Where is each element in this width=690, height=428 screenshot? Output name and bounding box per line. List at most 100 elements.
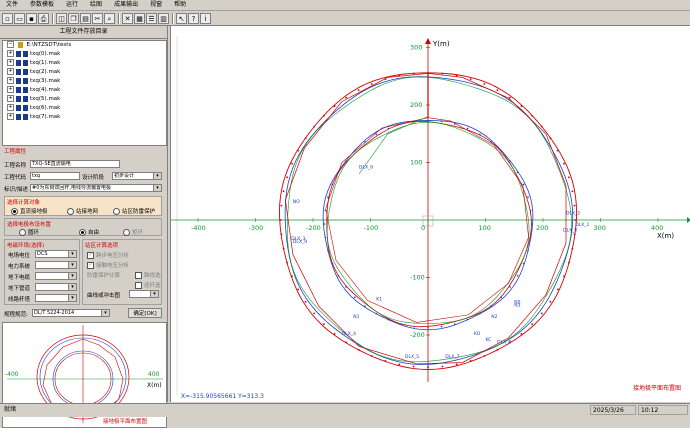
outer-ring-node <box>333 332 336 335</box>
tree-root[interactable]: − E:\NTZSDT\tests <box>3 41 166 50</box>
env-row-select[interactable]: ▾ <box>35 261 77 269</box>
layout-ring[interactable]: 圆环 <box>19 228 39 236</box>
expand-icon[interactable]: + <box>7 59 14 66</box>
preview-axis-label: X(m) <box>147 382 162 389</box>
station-opt-step[interactable]: ✓ 跨步电压分析 <box>87 251 129 259</box>
tree-file-item[interactable]: + txq(2).mak <box>3 68 166 77</box>
tree-file-item[interactable]: + txq(0).mak <box>3 50 166 59</box>
expand-icon[interactable]: + <box>7 77 14 84</box>
tree-file-item[interactable]: + txq(7).mak <box>3 113 166 122</box>
menu-item-6[interactable]: 帮助 <box>168 0 192 10</box>
checkbox-icon[interactable] <box>135 272 142 279</box>
inner-ring-node <box>400 323 402 325</box>
list-icon[interactable]: ☰ <box>146 12 157 24</box>
outer-ring-node <box>357 348 360 351</box>
radio-icon[interactable] <box>113 208 120 215</box>
menu-item-1[interactable]: 参数模板 <box>24 0 60 10</box>
chevron-down-icon[interactable]: ▾ <box>68 251 76 257</box>
menu-item-5[interactable]: 视窗 <box>144 0 168 10</box>
pointer-icon[interactable]: ↖ <box>176 12 187 24</box>
info-icon[interactable]: i <box>200 12 211 24</box>
paste-icon[interactable]: ▤ <box>80 12 91 24</box>
inner-ring-node <box>427 326 429 329</box>
chevron-down-icon[interactable]: ▾ <box>68 284 76 290</box>
drawing-canvas[interactable]: Y(m) X(m) -400 -300 -200 -100 0 100 200 300 400 3… <box>170 26 690 402</box>
obj-option-station[interactable]: 站接地网 <box>67 207 98 215</box>
inner-ring-node <box>375 312 377 315</box>
obj-option-lightning[interactable]: 站区防雷保护 <box>113 207 155 215</box>
chevron-down-icon[interactable]: ▾ <box>68 273 76 279</box>
std-select[interactable]: DL/T 5224-2014 ▾ <box>32 309 110 317</box>
station-opt-touch[interactable]: ✓ 接触电压分析 <box>87 261 129 269</box>
tree-file-item[interactable]: + txq(3).mak <box>3 77 166 86</box>
expand-icon[interactable]: + <box>7 86 14 93</box>
chart-icon[interactable]: ▥ <box>158 12 169 24</box>
chevron-down-icon[interactable]: ▾ <box>150 291 158 297</box>
preview-icon[interactable]: ◫ <box>56 12 67 24</box>
curve-select[interactable]: ▾ <box>129 290 159 298</box>
obj-option-dc[interactable]: 直流接地极 <box>11 207 48 215</box>
checkbox-icon[interactable]: ✓ <box>87 252 94 259</box>
station-side-1[interactable]: 跨线选 <box>135 271 161 279</box>
tree-file-item[interactable]: + txq(1).mak <box>3 59 166 68</box>
chevron-down-icon[interactable]: ▾ <box>153 185 161 191</box>
code-field[interactable]: txq <box>30 172 80 180</box>
expand-icon[interactable]: + <box>7 95 14 102</box>
env-row-select[interactable]: ▾ <box>35 283 77 291</box>
env-row-select[interactable]: DCS ▾ <box>35 250 77 258</box>
expand-icon[interactable]: + <box>7 104 14 111</box>
help-icon[interactable]: ? <box>188 12 199 24</box>
menu-item-0[interactable]: 文件 <box>0 0 24 10</box>
expand-icon[interactable]: + <box>7 113 14 120</box>
env-row-select[interactable]: ▾ <box>35 294 77 302</box>
outer-ring-node <box>286 261 288 264</box>
new-file-icon[interactable]: ▫ <box>2 12 13 24</box>
station-opt-lightning[interactable]: 防雷保护计算 <box>87 271 120 279</box>
tree-file-item[interactable]: + txq(4).mak <box>3 86 166 95</box>
find-icon[interactable]: ⌕ <box>104 12 115 24</box>
inner-ring-node <box>479 312 481 315</box>
tree-file-item[interactable]: + txq(5).mak <box>3 95 166 104</box>
copy-icon[interactable]: ❐ <box>68 12 79 24</box>
menu-item-3[interactable]: 绘图 <box>84 0 108 10</box>
file-icon <box>16 50 21 57</box>
cut-icon[interactable]: ✂ <box>92 12 103 24</box>
menu-item-4[interactable]: 成果输出 <box>108 0 144 10</box>
radio-icon[interactable] <box>19 229 26 236</box>
open-file-icon[interactable]: ▭ <box>14 12 25 24</box>
confirm-button[interactable]: 确定[OK] <box>128 308 162 318</box>
inner-ring-node <box>490 141 492 143</box>
grid-icon[interactable]: ▦ <box>134 12 145 24</box>
layout-free[interactable]: 自由 <box>79 228 99 236</box>
stage-select[interactable]: 初步设计 ▾ <box>112 172 162 180</box>
expand-icon[interactable]: + <box>7 50 14 57</box>
collapse-icon[interactable]: − <box>7 41 14 48</box>
station-side-label: 逐杆选 <box>144 283 161 289</box>
tree-file-item[interactable]: + txq(6).mak <box>3 104 166 113</box>
layout-rect[interactable]: 矩环 <box>123 228 143 236</box>
outer-ring-node <box>441 365 444 368</box>
expand-icon[interactable]: + <box>7 68 14 75</box>
file-tree[interactable]: − E:\NTZSDT\tests + txq(0).mak + txq(1).mak… <box>2 40 167 146</box>
chevron-down-icon[interactable]: ▾ <box>101 310 109 316</box>
name-field[interactable]: TXQ-SE直流输电 <box>30 160 120 168</box>
chevron-down-icon[interactable]: ▾ <box>68 262 76 268</box>
menu-item-2[interactable]: 运行 <box>60 0 84 10</box>
print-icon[interactable]: ⎙ <box>38 12 49 24</box>
grounding-layout-plot[interactable]: Y(m) X(m) -400 -300 -200 -100 0 100 200 300 400 3… <box>171 26 690 402</box>
save-icon[interactable]: ▪ <box>26 12 37 24</box>
radio-icon[interactable] <box>67 208 74 215</box>
desc-select[interactable]: #0为东侧双回杆,电线导流偏置电极 ▾ <box>30 184 162 192</box>
radio-icon[interactable] <box>11 208 18 215</box>
env-row-select[interactable]: ▾ <box>35 272 77 280</box>
outer-ring-node <box>291 275 293 278</box>
delete-icon[interactable]: ✕ <box>122 12 133 24</box>
checkbox-icon[interactable]: ✓ <box>87 262 94 269</box>
checkbox-icon[interactable] <box>135 282 142 289</box>
chevron-down-icon[interactable]: ▾ <box>153 173 161 179</box>
radio-icon[interactable] <box>123 229 130 236</box>
radio-icon[interactable] <box>79 229 86 236</box>
x-tick-label: 100 <box>479 224 491 232</box>
station-side-2[interactable]: 逐杆选 <box>135 281 161 289</box>
chevron-down-icon[interactable]: ▾ <box>68 295 76 301</box>
